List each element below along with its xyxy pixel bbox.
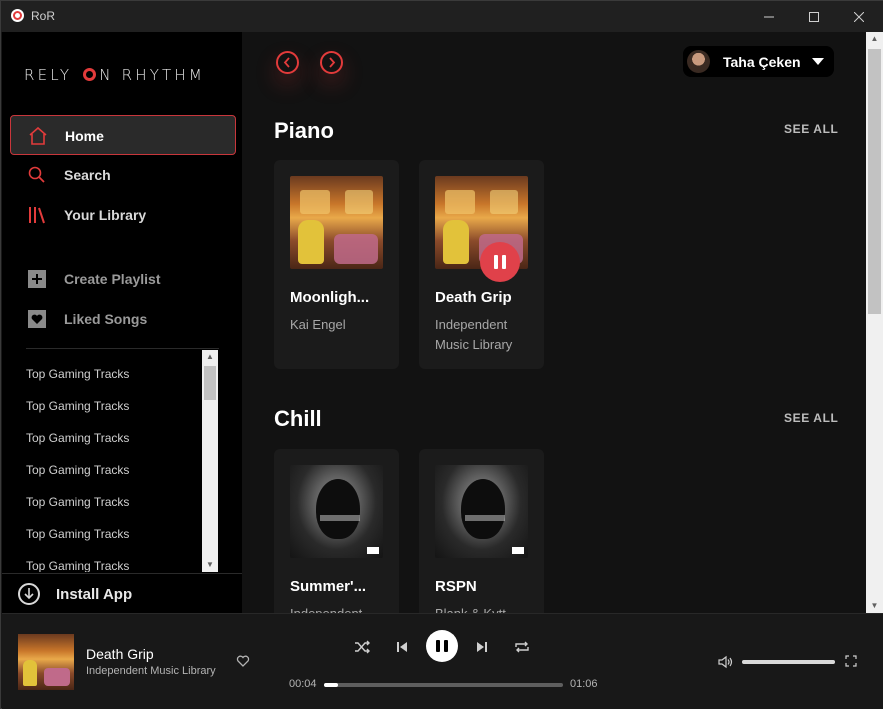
card-subtitle: Independent <box>290 604 390 613</box>
repeat-icon[interactable] <box>513 638 531 656</box>
pause-button[interactable] <box>480 242 520 282</box>
volume-fill <box>742 660 835 664</box>
scroll-up-icon[interactable]: ▲ <box>866 32 883 46</box>
sidebar-item-label: Create Playlist <box>64 271 161 287</box>
logo-text-1: RELY <box>24 66 81 84</box>
playlist-item[interactable]: Top Gaming Tracks <box>26 367 129 381</box>
card-title: Summer'... <box>290 578 367 595</box>
minimize-button[interactable] <box>746 1 792 32</box>
playlist-list: Top Gaming Tracks Top Gaming Tracks Top … <box>2 350 218 572</box>
close-button[interactable] <box>836 1 882 32</box>
back-button[interactable] <box>276 51 299 74</box>
album-card[interactable]: Death Grip Independent Music Library <box>419 160 544 369</box>
scroll-thumb[interactable] <box>204 366 216 400</box>
sidebar-item-library[interactable]: Your Library <box>10 195 236 235</box>
sidebar-item-liked-songs[interactable]: Liked Songs <box>10 299 236 339</box>
shuffle-icon[interactable] <box>353 638 371 656</box>
user-menu-button[interactable]: Taha Çeken <box>683 46 834 77</box>
main-content: Taha Çeken Piano SEE ALL Moonligh... Kai… <box>242 32 866 613</box>
app-window: RoR RELY N RHYTHM Home Search Your Libra… <box>0 0 883 709</box>
play-pause-button[interactable] <box>426 630 458 662</box>
chevron-right-icon <box>329 57 336 68</box>
progress-fill <box>324 683 339 687</box>
card-subtitle: Blank & Kytt <box>435 604 535 613</box>
logo-text-2: N RHYTHM <box>99 66 206 84</box>
sidebar-item-label: Search <box>64 167 111 183</box>
card-title: Moonligh... <box>290 289 370 306</box>
card-subtitle: Kai Engel <box>290 317 346 332</box>
album-card[interactable]: RSPN Blank & Kytt <box>419 449 544 613</box>
volume-slider[interactable] <box>742 660 835 664</box>
now-playing-cover <box>18 634 74 690</box>
sidebar-item-label: Home <box>65 128 104 144</box>
sidebar-item-label: Your Library <box>64 207 147 223</box>
app-logo-icon <box>11 9 24 22</box>
album-card[interactable]: Summer'... Independent <box>274 449 399 613</box>
card-title: Death Grip <box>435 289 512 306</box>
window-title: RoR <box>31 9 56 23</box>
search-icon <box>28 166 45 183</box>
avatar <box>687 50 710 73</box>
install-app-label: Install App <box>56 586 133 603</box>
pause-icon <box>436 640 440 652</box>
like-heart-icon[interactable] <box>236 654 250 668</box>
title-bar: RoR <box>1 1 883 32</box>
app-logo: RELY N RHYTHM <box>24 66 205 84</box>
section-title: Piano <box>274 118 334 143</box>
heart-icon <box>28 310 46 328</box>
volume-icon[interactable] <box>718 655 734 669</box>
scroll-down-icon[interactable]: ▼ <box>866 599 883 613</box>
main-scrollbar[interactable]: ▲ ▼ <box>866 32 883 613</box>
forward-button[interactable] <box>320 51 343 74</box>
playlist-item[interactable]: Top Gaming Tracks <box>26 495 129 509</box>
plus-icon <box>28 270 46 288</box>
sidebar-item-search[interactable]: Search <box>10 155 236 195</box>
playlist-item[interactable]: Top Gaming Tracks <box>26 399 129 413</box>
elapsed-time: 00:04 <box>289 678 317 690</box>
download-icon <box>18 583 40 605</box>
playlist-item[interactable]: Top Gaming Tracks <box>26 463 129 477</box>
progress-bar[interactable] <box>324 683 563 687</box>
album-cover <box>435 465 528 558</box>
home-icon <box>29 126 47 145</box>
next-icon[interactable] <box>473 638 491 656</box>
album-cover <box>290 465 383 558</box>
scroll-down-icon[interactable]: ▼ <box>202 558 218 572</box>
sidebar: RELY N RHYTHM Home Search Your Library C… <box>2 32 242 613</box>
scroll-up-icon[interactable]: ▲ <box>202 350 218 364</box>
now-playing-artist[interactable]: Independent Music Library <box>86 665 216 677</box>
playlist-item[interactable]: Top Gaming Tracks <box>26 431 129 445</box>
fullscreen-icon[interactable] <box>845 655 857 667</box>
previous-icon[interactable] <box>393 638 411 656</box>
now-playing-title[interactable]: Death Grip <box>86 646 154 662</box>
pause-icon <box>494 255 498 269</box>
playlist-scrollbar[interactable]: ▲ ▼ <box>202 350 218 572</box>
maximize-button[interactable] <box>791 1 837 32</box>
scroll-thumb[interactable] <box>868 49 881 314</box>
total-time: 01:06 <box>570 678 598 690</box>
playlist-item[interactable]: Top Gaming Tracks <box>26 559 129 572</box>
logo-o-icon <box>83 68 97 81</box>
sidebar-item-create-playlist[interactable]: Create Playlist <box>10 259 236 299</box>
sidebar-item-home[interactable]: Home <box>10 115 236 155</box>
user-name: Taha Çeken <box>723 54 801 70</box>
playlist-item[interactable]: Top Gaming Tracks <box>26 527 129 541</box>
section-title: Chill <box>274 406 322 431</box>
see-all-link[interactable]: SEE ALL <box>784 122 838 136</box>
album-cover <box>290 176 383 269</box>
chevron-left-icon <box>283 57 290 68</box>
caret-down-icon <box>812 58 824 65</box>
install-app-button[interactable]: Install App <box>2 573 242 613</box>
album-card[interactable]: Moonligh... Kai Engel <box>274 160 399 369</box>
see-all-link[interactable]: SEE ALL <box>784 411 838 425</box>
library-icon <box>29 207 45 224</box>
sidebar-divider <box>26 348 219 349</box>
card-subtitle: Independent Music Library <box>435 317 513 352</box>
card-title: RSPN <box>435 578 477 595</box>
player-bar: Death Grip Independent Music Library 00:… <box>2 613 883 709</box>
sidebar-item-label: Liked Songs <box>64 311 148 327</box>
